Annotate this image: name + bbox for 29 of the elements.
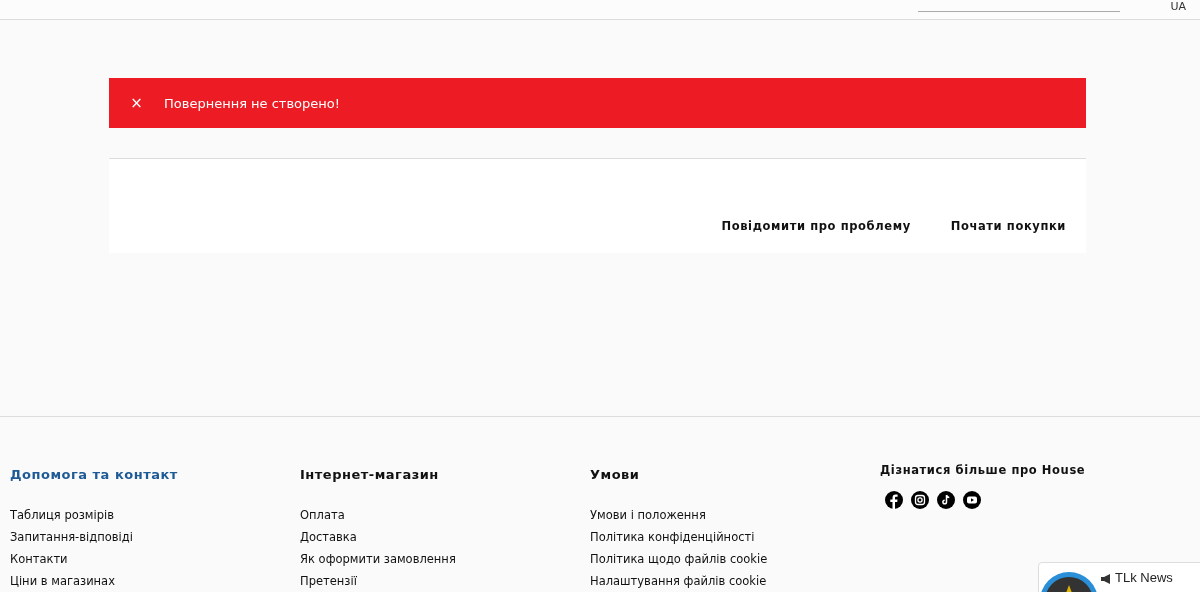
action-link[interactable]: Почати покупки: [950, 219, 1066, 233]
facebook-icon[interactable]: [885, 491, 903, 509]
footer-link[interactable]: Контакти: [10, 548, 68, 570]
footer-heading: Допомога та контакт: [10, 467, 178, 482]
widget-title: TLk News: [1115, 570, 1173, 585]
footer-heading: Дізнатися більше про House: [880, 463, 1086, 477]
footer-link[interactable]: Політика конфіденційності: [590, 526, 755, 548]
footer-link[interactable]: Як оформити замовлення: [300, 548, 456, 570]
tiktok-icon[interactable]: [937, 491, 955, 509]
close-icon[interactable]: ×: [109, 94, 164, 112]
footer-link[interactable]: Доставка: [300, 526, 357, 548]
news-widget[interactable]: TLk News: [1038, 562, 1200, 592]
footer-heading: Інтернет-магазин: [300, 467, 439, 482]
youtube-icon[interactable]: [963, 491, 981, 509]
footer-link[interactable]: Претензії: [300, 570, 357, 592]
footer-link[interactable]: Умови і положення: [590, 504, 706, 526]
alert-message: Повернення не створено!: [164, 95, 340, 111]
footer-link[interactable]: Ціни в магазинах: [10, 570, 115, 592]
language-link[interactable]: UA: [1170, 0, 1186, 13]
emblem-icon: [1039, 571, 1099, 592]
megaphone-icon: [1101, 574, 1112, 584]
footer-link[interactable]: Таблиця розмірів: [10, 504, 114, 526]
footer-link[interactable]: Оплата: [300, 504, 345, 526]
footer-link[interactable]: Політика щодо файлів cookie: [590, 548, 768, 570]
footer-heading: Умови: [590, 467, 640, 482]
footer-link[interactable]: Налаштування файлів cookie: [590, 570, 767, 592]
instagram-icon[interactable]: [911, 491, 929, 509]
action-link[interactable]: Повідомити про проблему: [721, 219, 911, 233]
footer-link[interactable]: Запитання-відповіді: [10, 526, 133, 548]
